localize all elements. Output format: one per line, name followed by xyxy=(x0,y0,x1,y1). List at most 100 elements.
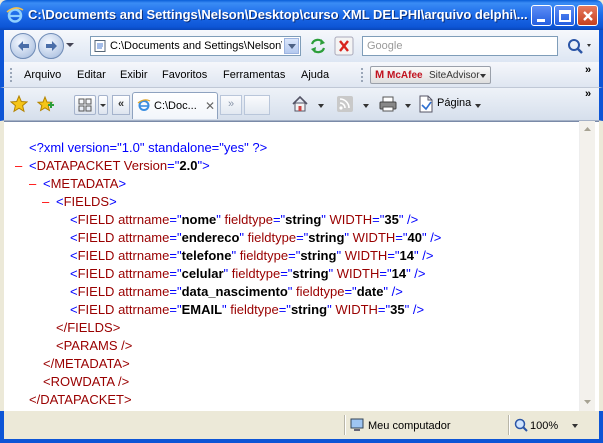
mcafee-siteadvisor-button[interactable]: M McAfee SiteAdvisor xyxy=(370,66,491,84)
menu-favoritos[interactable]: Favoritos xyxy=(162,69,207,81)
menu-ferramentas[interactable]: Ferramentas xyxy=(223,69,285,81)
home-icon[interactable] xyxy=(291,95,309,113)
menu-overflow-chevron[interactable]: » xyxy=(585,64,591,76)
status-divider xyxy=(508,415,510,435)
status-bar: Meu computador 100% xyxy=(0,411,603,443)
field-width: 35 xyxy=(390,302,405,317)
page-menu-label[interactable]: Página xyxy=(437,97,471,109)
security-zone-label[interactable]: Meu computador xyxy=(368,420,451,432)
maximize-button[interactable] xyxy=(554,5,575,26)
mcafee-logo-icon: M xyxy=(375,69,385,81)
print-dropdown-icon[interactable] xyxy=(405,104,411,108)
history-dropdown-icon[interactable] xyxy=(66,43,74,47)
tab-current[interactable]: C:\Doc... ✕ xyxy=(132,92,218,119)
toolbar-grip[interactable] xyxy=(10,68,15,82)
quick-tabs-button[interactable] xyxy=(74,95,96,115)
datapacket-close-tag: </DATAPACKET> xyxy=(29,392,132,407)
back-arrow-icon xyxy=(18,41,29,51)
home-dropdown-icon[interactable] xyxy=(318,104,324,108)
field-attrname: nome xyxy=(181,212,217,227)
attr-name: WIDTH xyxy=(336,266,380,281)
tab-list-dropdown[interactable] xyxy=(98,95,108,115)
scroll-down-icon[interactable] xyxy=(580,394,595,409)
attr-name: Version xyxy=(123,158,168,173)
search-icon[interactable] xyxy=(562,35,596,57)
feed-dropdown-icon[interactable] xyxy=(363,104,369,108)
address-bar[interactable]: C:\Documents and Settings\Nelson\D xyxy=(90,36,301,56)
xml-declaration-text: <?xml version="1.0" standalone="yes" ?> xyxy=(29,140,268,155)
add-favorite-icon[interactable] xyxy=(36,95,54,113)
attr-name: fieldtype xyxy=(231,266,281,281)
attr-name: WIDTH xyxy=(352,230,396,245)
menu-exibir[interactable]: Exibir xyxy=(120,69,148,81)
new-tab-button[interactable] xyxy=(244,95,270,115)
rss-feed-icon[interactable] xyxy=(336,95,354,113)
search-input[interactable]: Google xyxy=(362,36,558,56)
collapse-metadata-button[interactable]: – xyxy=(29,176,36,191)
page-dropdown-icon[interactable] xyxy=(475,104,481,108)
mcafee-product: SiteAdvisor xyxy=(429,70,480,81)
stop-icon[interactable] xyxy=(332,35,356,57)
field-line: <FIELD attrname="celular" fieldtype="str… xyxy=(70,266,426,281)
field-line: <FIELD attrname="nome" fieldtype="string… xyxy=(70,212,419,227)
collapse-fields-button[interactable]: – xyxy=(42,194,49,209)
attr-name: fieldtype xyxy=(230,302,279,317)
minimize-button[interactable] xyxy=(531,5,552,26)
address-text[interactable]: C:\Documents and Settings\Nelson\D xyxy=(110,40,282,52)
datapacket-close-line: </DATAPACKET> xyxy=(29,392,132,407)
fields-close-line: </FIELDS> xyxy=(56,320,120,335)
tag-name: FIELD xyxy=(77,248,115,263)
page-menu-icon[interactable] xyxy=(417,95,435,113)
collapse-datapacket-button[interactable]: – xyxy=(15,158,22,173)
address-dropdown-icon[interactable] xyxy=(284,38,299,54)
xml-document-view: <?xml version="1.0" standalone="yes" ?> … xyxy=(4,121,599,411)
metadata-open-line: – <METADATA> xyxy=(29,176,127,191)
toolbar-grip[interactable] xyxy=(361,68,366,82)
menu-ajuda[interactable]: Ajuda xyxy=(301,69,329,81)
print-icon[interactable] xyxy=(379,95,397,113)
params-line: <PARAMS /> xyxy=(56,338,132,353)
tag-name: FIELD xyxy=(77,230,115,245)
zoom-icon xyxy=(514,418,528,432)
field-width: 14 xyxy=(391,266,407,281)
vertical-scrollbar[interactable] xyxy=(579,121,595,411)
field-attrname: EMAIL xyxy=(181,302,223,317)
params-tag: <PARAMS /> xyxy=(56,338,133,353)
tag-name: FIELD xyxy=(77,212,115,227)
scroll-up-icon[interactable] xyxy=(580,122,595,137)
back-button[interactable] xyxy=(10,33,36,59)
menu-bar: Arquivo Editar Exibir Favoritos Ferramen… xyxy=(0,62,603,88)
attr-name: attrname xyxy=(118,302,170,317)
command-overflow-chevron[interactable]: » xyxy=(585,88,591,100)
refresh-icon[interactable] xyxy=(306,35,330,57)
page-icon xyxy=(94,40,106,52)
field-line: <FIELD attrname="EMAIL" fieldtype="strin… xyxy=(70,302,425,317)
field-fieldtype: string xyxy=(292,266,329,281)
fields-close-tag: </FIELDS> xyxy=(56,320,121,335)
attr-name: attrname xyxy=(118,284,170,299)
minimize-icon xyxy=(537,19,545,22)
tab-close-icon[interactable]: ✕ xyxy=(205,99,215,113)
attr-name: attrname xyxy=(118,248,170,263)
field-fieldtype: string xyxy=(308,230,345,245)
menu-arquivo[interactable]: Arquivo xyxy=(24,69,61,81)
metadata-close-line: </METADATA> xyxy=(43,356,130,371)
favorites-star-icon[interactable] xyxy=(10,95,28,113)
close-button[interactable] xyxy=(577,5,598,26)
attr-name: WIDTH xyxy=(335,302,378,317)
zoom-dropdown-icon[interactable] xyxy=(572,424,578,428)
tab-scroll-left[interactable]: « xyxy=(112,95,130,115)
zoom-level[interactable]: 100% xyxy=(530,420,558,432)
attr-name: attrname xyxy=(118,266,170,281)
tab-scroll-right[interactable]: » xyxy=(220,95,242,115)
menu-editar[interactable]: Editar xyxy=(77,69,106,81)
xml-declaration: <?xml version="1.0" standalone="yes" ?> xyxy=(29,140,267,155)
attr-name: attrname xyxy=(118,230,170,245)
field-fieldtype: date xyxy=(356,284,384,299)
field-attrname: endereco xyxy=(181,230,240,245)
field-attrname: telefone xyxy=(181,248,232,263)
datapacket-open-line: – <DATAPACKET Version="2.0"> xyxy=(15,158,210,173)
forward-button[interactable] xyxy=(38,33,64,59)
tag-name: DATAPACKET xyxy=(36,158,121,173)
maximize-icon xyxy=(559,10,571,22)
